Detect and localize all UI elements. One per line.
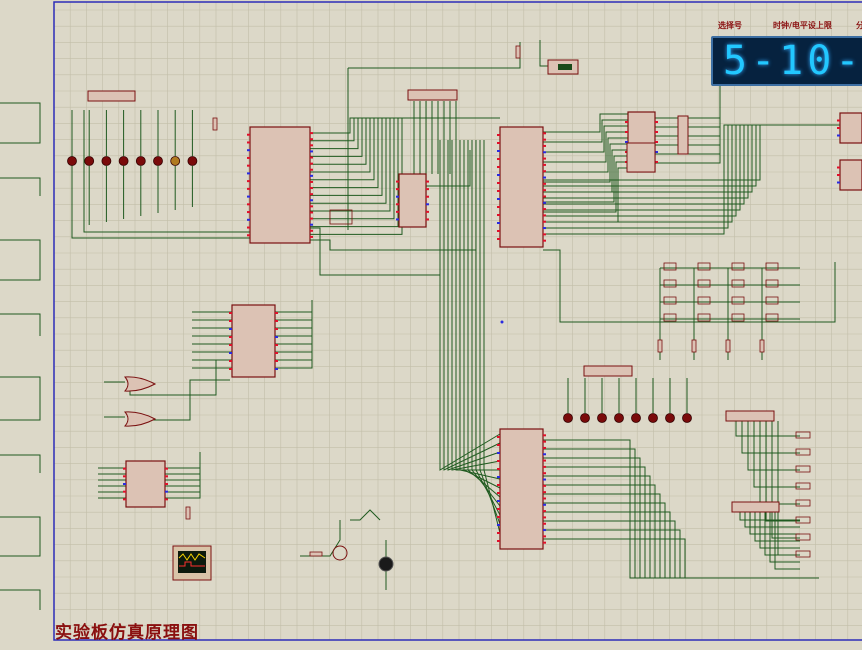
key-switch [765, 296, 779, 305]
ic-u4-buffer[interactable] [396, 173, 429, 228]
display-label-select: 选择号 [718, 21, 742, 30]
header-right-lower [731, 501, 780, 513]
sheet-title: 实验板仿真原理图 [55, 623, 199, 643]
switch-element [795, 533, 811, 541]
transistor [332, 545, 348, 561]
key-switch [697, 296, 711, 305]
ic-u2-decoder[interactable] [497, 126, 546, 248]
key-switch [731, 279, 745, 288]
seven-segment-display: 5-10- [711, 36, 862, 86]
header-mid-right [583, 365, 633, 377]
ic-u8-partial[interactable] [837, 112, 862, 144]
or-gate-2 [123, 411, 157, 427]
display-readout: 5-10- [723, 38, 862, 84]
junction-dot [500, 320, 504, 324]
schematic-drawing[interactable] [0, 0, 862, 646]
crystal-oscillator [329, 209, 353, 225]
switch-element [795, 482, 811, 490]
resistor-pack [677, 115, 689, 155]
key-switch [663, 296, 677, 305]
or-gate-1 [123, 376, 157, 392]
resistor-r1 [515, 45, 521, 59]
ic-u5-counter[interactable] [229, 304, 278, 378]
header-top-mid [407, 89, 458, 101]
ic-u1-microcontroller[interactable] [247, 126, 313, 244]
left-margin-blocks [0, 102, 41, 610]
resistor-array [691, 339, 697, 353]
logic-probe-window [558, 64, 572, 70]
resistor-r3 [185, 506, 191, 520]
key-switch [697, 279, 711, 288]
ic-u7b-driver [626, 142, 656, 173]
key-switch [765, 279, 779, 288]
switch-element [795, 465, 811, 473]
ic-u9-partial[interactable] [837, 159, 862, 191]
switch-element [795, 448, 811, 456]
header-right-upper [725, 410, 775, 422]
ic-u6-timer[interactable] [123, 460, 168, 508]
display-label-unit: 分 [856, 21, 862, 30]
buzzer [378, 556, 394, 572]
resistor-r4 [309, 551, 323, 557]
key-switch [731, 296, 745, 305]
header-top-left [87, 90, 136, 102]
key-switch [663, 279, 677, 288]
switch-element [795, 431, 811, 439]
switch-element [795, 550, 811, 558]
ic-u3-latch[interactable] [497, 428, 546, 550]
display-label-limit: 时钟/电平设上限 [773, 21, 832, 30]
schematic-canvas[interactable]: 5-10- 选择号 时钟/电平设上限 分 实验板仿真原理图 [0, 0, 862, 646]
resistor-r2 [212, 117, 218, 131]
resistor-array [759, 339, 765, 353]
resistor-array [657, 339, 663, 353]
switch-element [795, 499, 811, 507]
resistor-array [725, 339, 731, 353]
